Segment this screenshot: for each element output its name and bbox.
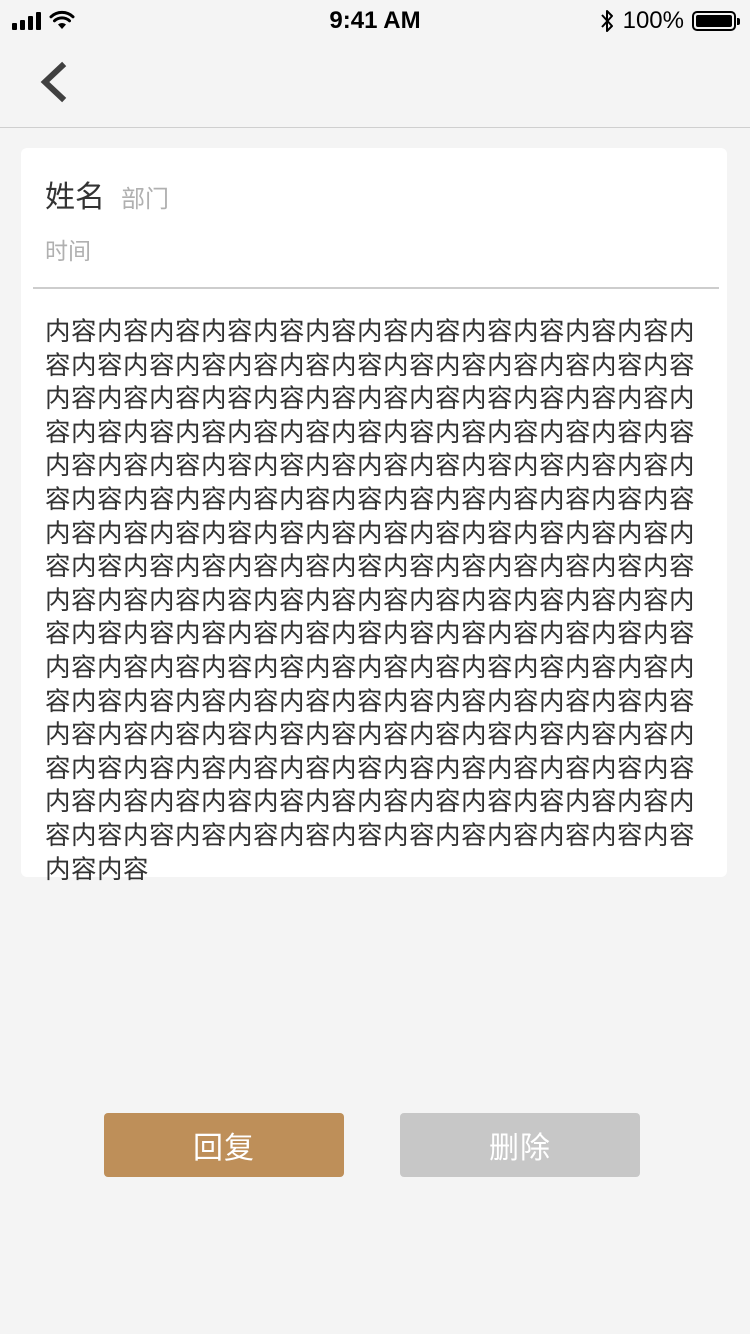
message-header: 姓名 部门 时间	[33, 148, 719, 289]
message-content: 内容内容内容内容内容内容内容内容内容内容内容内容内容内容内容内容内容内容内容内容…	[45, 317, 696, 885]
message-time: 时间	[45, 239, 91, 265]
name-row: 姓名 部门	[45, 172, 169, 216]
delete-button[interactable]: 删除	[400, 1113, 640, 1177]
bluetooth-icon	[600, 10, 613, 32]
back-button[interactable]	[26, 54, 78, 110]
status-bar: 9:41 AM 100%	[0, 0, 750, 40]
sender-name: 姓名	[45, 180, 105, 215]
chevron-left-icon	[40, 61, 67, 103]
reply-button[interactable]: 回复	[104, 1113, 344, 1177]
status-right: 100%	[599, 7, 740, 35]
battery-icon	[692, 11, 740, 31]
sender-department: 部门	[121, 185, 169, 213]
navigation-bar	[0, 40, 750, 128]
message-card: 姓名 部门 时间 内容内容内容内容内容内容内容内容内容内容内容内容内容内容内容内…	[21, 148, 727, 885]
battery-percentage: 100%	[622, 7, 684, 34]
